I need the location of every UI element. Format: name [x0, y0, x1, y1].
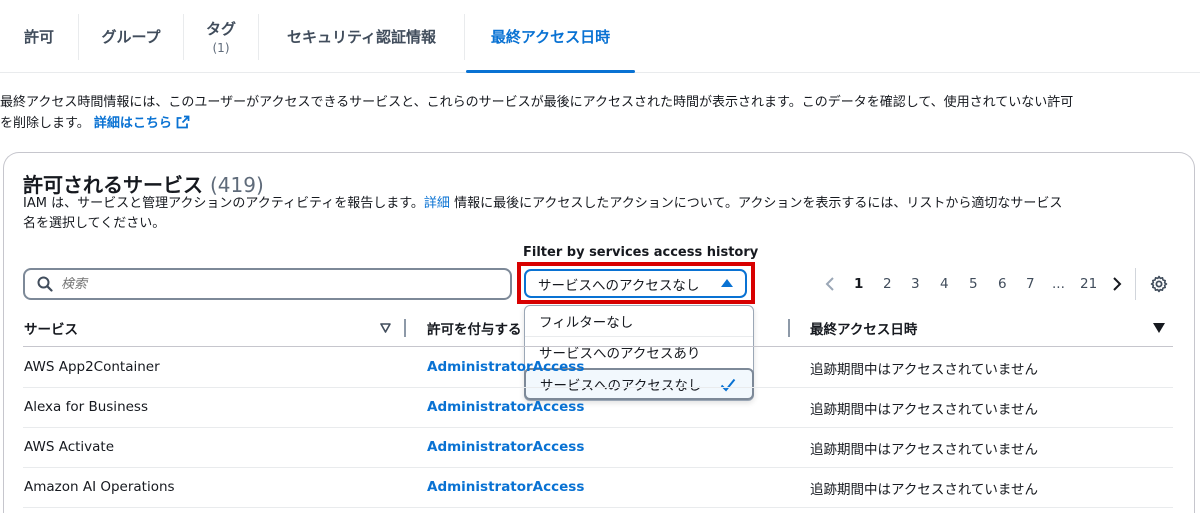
external-link-icon	[176, 115, 190, 129]
column-header-policy[interactable]: 許可を付与する	[427, 318, 522, 338]
page-3[interactable]: 3	[911, 276, 920, 292]
policy-link[interactable]: AdministratorAccess	[427, 479, 584, 495]
column-divider[interactable]	[788, 319, 790, 337]
chevron-left-icon[interactable]	[825, 277, 835, 291]
tab-bar: 許可 グループ タグ (1) セキュリティ認証情報 最終アクセス日時	[0, 0, 1200, 73]
column-header-service[interactable]: サービス	[24, 318, 78, 338]
access-filter-select[interactable]: サービスへのアクセスなし	[524, 269, 747, 298]
gear-icon[interactable]	[1150, 275, 1168, 293]
page-7[interactable]: 7	[1026, 276, 1035, 292]
chevron-right-icon[interactable]	[1112, 277, 1122, 291]
learn-more-link[interactable]: 詳細はこちら	[93, 115, 190, 131]
tab-label: 最終アクセス日時	[490, 28, 611, 46]
last-accessed-value: 追跡期間中はアクセスされていません	[810, 362, 1039, 378]
description-text-2: を削除します。	[0, 116, 90, 131]
sort-icon[interactable]	[380, 323, 391, 333]
page-1[interactable]: 1	[854, 276, 863, 292]
tab-tags[interactable]: タグ (1)	[184, 0, 258, 73]
tab-label: グループ	[101, 28, 161, 46]
dropdown-option-no-filter[interactable]: フィルターなし	[525, 306, 753, 336]
option-label: サービスへのアクセスなし	[540, 378, 702, 394]
learn-more-label: 詳細はこちら	[93, 116, 172, 131]
panel-desc-text: IAM は、サービスと管理アクションのアクティビティを報告します。	[23, 196, 424, 211]
checkmark-icon	[720, 378, 736, 392]
service-name[interactable]: Alexa for Business	[24, 399, 148, 415]
search-field[interactable]	[23, 268, 512, 300]
panel-desc-text: 情報に最後にアクセスしたアクションについて。アクションを表示するには、リストから…	[449, 196, 1063, 211]
last-accessed-value: 追跡期間中はアクセスされていません	[810, 442, 1039, 458]
tab-last-accessed[interactable]: 最終アクセス日時	[466, 0, 635, 73]
service-name[interactable]: AWS App2Container	[24, 359, 160, 375]
row-divider	[23, 467, 1173, 468]
tab-count: (1)	[212, 41, 230, 55]
table-header-divider	[23, 346, 1173, 347]
last-accessed-value: 追跡期間中はアクセスされていません	[810, 402, 1039, 418]
tab-divider	[464, 14, 465, 60]
row-divider	[23, 507, 1173, 508]
active-tab-indicator	[466, 70, 635, 73]
page-2[interactable]: 2	[883, 276, 892, 292]
page-6[interactable]: 6	[998, 276, 1007, 292]
select-value: サービスへのアクセスなし	[538, 277, 700, 294]
policy-link[interactable]: AdministratorAccess	[427, 399, 584, 415]
page-21[interactable]: 21	[1080, 276, 1097, 292]
sort-descending-icon[interactable]	[1153, 323, 1165, 333]
last-accessed-value: 追跡期間中はアクセスされていません	[810, 482, 1039, 498]
tab-security-credentials[interactable]: セキュリティ認証情報	[259, 0, 464, 73]
details-link[interactable]: 詳細	[424, 196, 450, 211]
description-text: 最終アクセス時間情報には、このユーザーがアクセスできるサービスと、これらのサービ…	[0, 95, 1074, 110]
policy-link[interactable]: AdministratorAccess	[427, 439, 584, 455]
tab-groups[interactable]: グループ	[79, 0, 183, 73]
tab-label: セキュリティ認証情報	[286, 28, 437, 46]
tab-permissions[interactable]: 許可	[0, 0, 78, 73]
row-divider	[23, 427, 1173, 428]
page-description: 最終アクセス時間情報には、このユーザーがアクセスできるサービスと、これらのサービ…	[0, 92, 1196, 134]
panel-description: IAM は、サービスと管理アクションのアクティビティを報告します。詳細 情報に最…	[23, 194, 1173, 234]
option-label: フィルターなし	[539, 315, 634, 331]
page-ellipsis: ...	[1052, 276, 1065, 292]
tab-label: タグ	[205, 20, 236, 38]
page-5[interactable]: 5	[969, 276, 978, 292]
search-icon	[37, 276, 53, 292]
column-header-last-accessed[interactable]: 最終アクセス日時	[810, 318, 917, 338]
row-divider	[23, 387, 1173, 388]
column-divider[interactable]	[404, 319, 406, 337]
tab-label: 許可	[23, 28, 54, 46]
search-input[interactable]	[61, 276, 461, 292]
policy-link[interactable]: AdministratorAccess	[427, 359, 584, 375]
page-4[interactable]: 4	[940, 276, 949, 292]
divider	[1135, 268, 1136, 300]
service-name[interactable]: Amazon AI Operations	[24, 479, 175, 495]
panel-desc-text: 名を選択してください。	[23, 216, 166, 231]
caret-up-icon	[721, 279, 733, 287]
service-name[interactable]: AWS Activate	[24, 439, 114, 455]
filter-label: Filter by services access history	[523, 245, 759, 260]
